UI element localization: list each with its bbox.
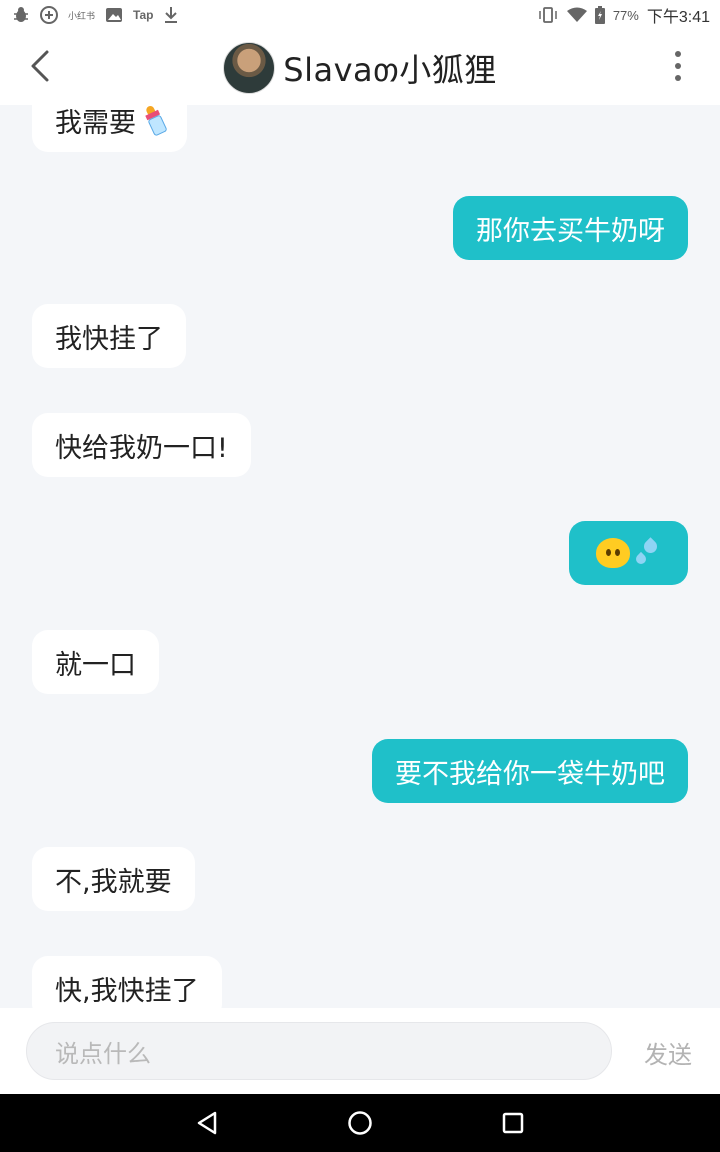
- triangle-back-icon: [197, 1111, 217, 1135]
- nav-back-button[interactable]: [192, 1108, 222, 1138]
- status-bar: 小红书 Tap 77% 下午3:41: [0, 0, 720, 30]
- status-left-icons: 小红书 Tap: [0, 6, 179, 24]
- avatar[interactable]: [223, 41, 276, 94]
- message-text: 要不我给你一袋牛奶吧: [395, 758, 665, 790]
- message-incoming[interactable]: 就一口: [32, 630, 159, 694]
- message-text: 那你去买牛奶呀: [476, 215, 665, 247]
- nav-recents-button[interactable]: [498, 1108, 528, 1138]
- message-list[interactable]: 我需要 那你去买牛奶呀 我快挂了 快给我奶一口! 就一口 要不我给你一袋牛奶吧 …: [0, 105, 720, 1008]
- message-incoming[interactable]: 快给我奶一口!: [32, 413, 251, 477]
- compose-bar: 说点什么 发送: [0, 1008, 720, 1094]
- more-dot-icon: [675, 75, 681, 81]
- status-time: 下午3:41: [646, 9, 710, 26]
- message-text: 就一口: [55, 649, 136, 681]
- chat-title-group[interactable]: Slavaთ小狐狸: [223, 41, 497, 94]
- message-text: 不,我就要: [55, 866, 172, 898]
- wifi-icon: [566, 7, 587, 23]
- chat-title: Slavaთ小狐狸: [283, 50, 497, 89]
- message-incoming[interactable]: 不,我就要: [32, 847, 195, 911]
- image-icon: [105, 7, 123, 23]
- message-outgoing[interactable]: 那你去买牛奶呀: [453, 196, 688, 260]
- message-incoming[interactable]: 我快挂了: [32, 304, 186, 368]
- more-options-button[interactable]: [666, 48, 690, 84]
- vibrate-icon: [537, 6, 559, 24]
- app-label-icon: 小红书: [68, 10, 96, 21]
- message-outgoing[interactable]: 要不我给你一袋牛奶吧: [372, 739, 688, 803]
- input-placeholder: 说点什么: [55, 1039, 151, 1068]
- chevron-left-icon: [31, 50, 49, 82]
- send-button[interactable]: 发送: [644, 1035, 692, 1070]
- plus-circle-icon: [40, 6, 58, 24]
- more-dot-icon: [675, 63, 681, 69]
- sweat-drops-icon: [633, 537, 662, 568]
- message-incoming[interactable]: 我需要: [32, 105, 187, 152]
- baby-bottle-icon: [141, 105, 170, 137]
- status-right: 77% 下午3:41: [537, 0, 710, 30]
- back-button[interactable]: [22, 48, 58, 84]
- sweat-face-emoji-icon: [595, 538, 630, 568]
- circle-home-icon: [348, 1111, 372, 1135]
- message-text: 我需要: [55, 107, 136, 139]
- square-recents-icon: [502, 1112, 524, 1134]
- download-icon: [163, 6, 179, 24]
- message-outgoing[interactable]: [569, 521, 688, 585]
- message-input[interactable]: 说点什么: [26, 1022, 612, 1080]
- message-text: 我快挂了: [55, 323, 163, 355]
- nav-home-button[interactable]: [345, 1108, 375, 1138]
- message-text: 快给我奶一口!: [55, 432, 228, 464]
- tap-app-icon: Tap: [133, 8, 154, 22]
- system-nav-bar: [0, 1094, 720, 1152]
- more-dot-icon: [675, 51, 681, 57]
- battery-percent: 77%: [612, 7, 639, 23]
- message-text: 快,我快挂了: [55, 975, 199, 1007]
- chat-header: Slavaთ小狐狸: [0, 30, 720, 105]
- message-incoming[interactable]: 快,我快挂了: [32, 956, 222, 1008]
- bug-icon: [12, 6, 30, 24]
- battery-icon: [594, 6, 605, 24]
